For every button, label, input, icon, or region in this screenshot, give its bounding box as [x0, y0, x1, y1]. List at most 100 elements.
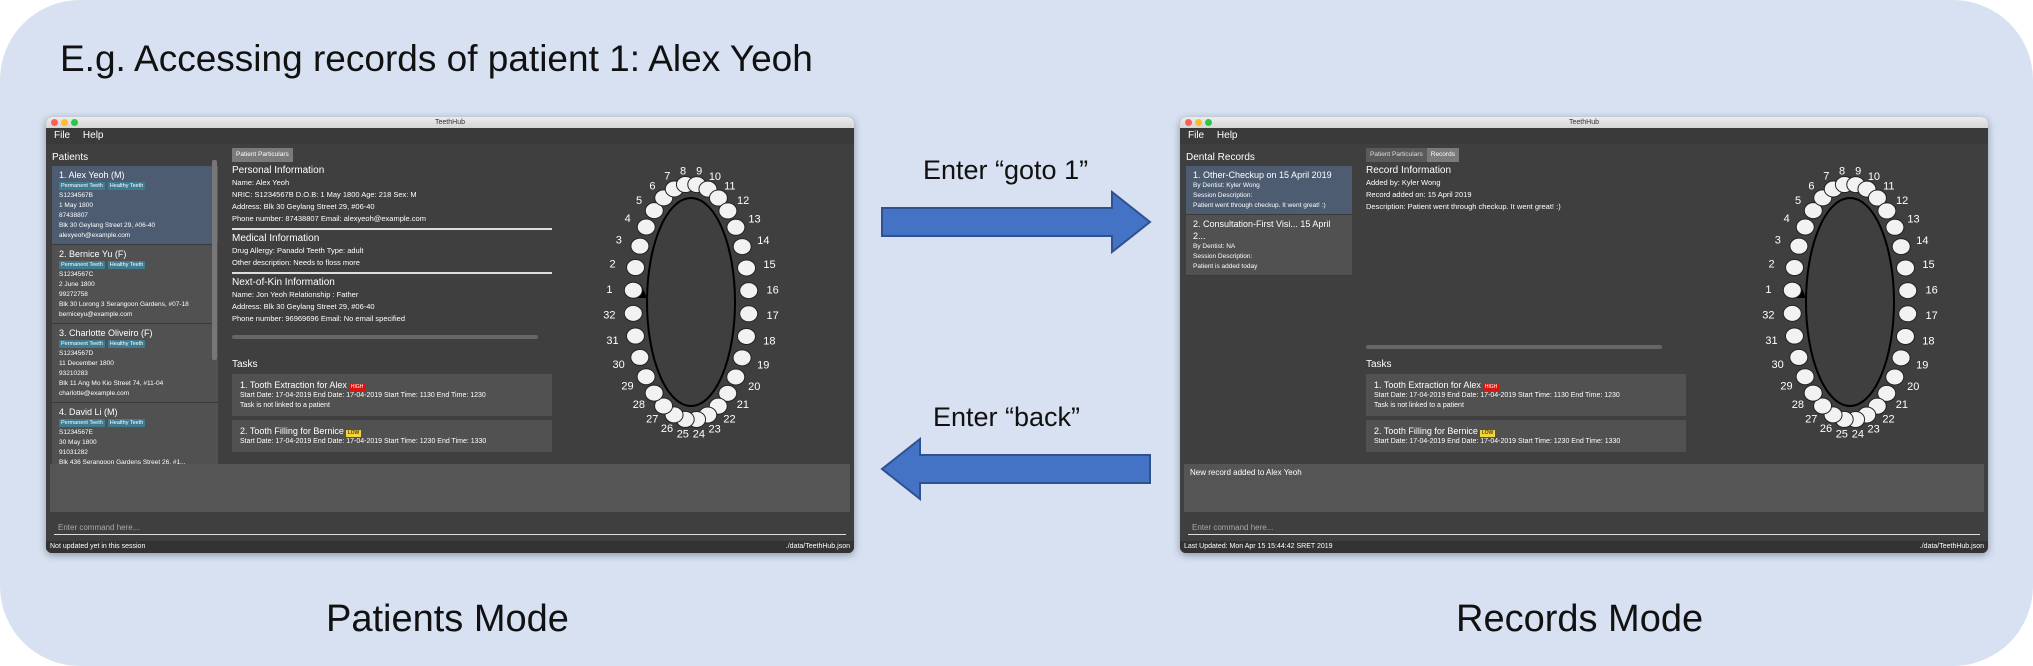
menu-help[interactable]: Help	[1217, 130, 1238, 141]
tooth[interactable]	[1898, 282, 1918, 300]
tooth[interactable]	[737, 259, 757, 277]
tooth[interactable]	[1877, 202, 1897, 220]
patient-detail: 11 December 1800	[59, 360, 114, 367]
medical-info-title: Medical Information	[232, 233, 320, 244]
tooth[interactable]	[625, 327, 645, 345]
tooth-number: 9	[1855, 166, 1861, 178]
task-name: 1. Tooth Extraction for Alex HIGH	[1374, 379, 1678, 391]
tooth-number: 5	[1795, 195, 1801, 207]
tooth[interactable]	[739, 282, 759, 300]
info-line: Description: Patient went through checku…	[1366, 202, 1561, 211]
tooth[interactable]	[1891, 349, 1911, 367]
tooth[interactable]	[718, 202, 738, 220]
record-card[interactable]: 1. Other-Checkup on 15 April 2019 By Dent…	[1186, 166, 1352, 215]
tooth-number: 22	[1882, 414, 1894, 426]
command-input[interactable]: Enter command here...	[54, 519, 846, 535]
priority-badge: LOW	[345, 430, 362, 437]
tooth[interactable]	[1895, 327, 1915, 345]
tooth[interactable]	[636, 368, 656, 386]
tooth-number: 26	[661, 423, 673, 435]
tooth-number: 28	[1792, 399, 1804, 411]
tooth[interactable]	[1784, 327, 1804, 345]
tooth[interactable]	[1885, 368, 1905, 386]
tooth-number: 19	[757, 359, 769, 371]
diagram-canvas: E.g. Accessing records of patient 1: Ale…	[0, 0, 2033, 666]
tooth[interactable]	[1789, 348, 1809, 366]
task-card[interactable]: 1. Tooth Extraction for Alex HIGH Start Da…	[232, 374, 552, 416]
tab-patient-particulars[interactable]: Patient Particulars	[1366, 148, 1427, 162]
tooth[interactable]	[630, 348, 650, 366]
menu-help[interactable]: Help	[83, 130, 104, 141]
tab-records[interactable]: Records	[1426, 148, 1459, 162]
divider	[232, 272, 552, 274]
tooth-number: 29	[1780, 381, 1792, 393]
tooth[interactable]	[630, 237, 650, 255]
record-detail: Session Description:	[1193, 192, 1253, 199]
patient-detail: S1234567B	[59, 192, 93, 199]
horizontal-scrollbar[interactable]	[232, 335, 538, 339]
tooth-number: 25	[1836, 428, 1848, 440]
tooth-number: 23	[1868, 423, 1880, 435]
tooth[interactable]	[1785, 259, 1805, 277]
task-link: Task is not linked to a patient	[240, 402, 330, 409]
patient-detail: alexyeoh@example.com	[59, 232, 131, 239]
tooth[interactable]	[1885, 218, 1905, 236]
tooth[interactable]	[1795, 368, 1815, 386]
task-title: 2. Tooth Filling for Bernice	[240, 426, 344, 436]
task-title: 2. Tooth Filling for Bernice	[1374, 426, 1478, 436]
tooth[interactable]	[636, 218, 656, 236]
patient-list-scrollbar[interactable]	[212, 160, 217, 360]
tooth[interactable]	[623, 281, 643, 299]
tooth[interactable]	[736, 327, 756, 345]
horizontal-scrollbar[interactable]	[1366, 345, 1662, 349]
tooth-number: 25	[677, 428, 689, 440]
patient-card[interactable]: 1. Alex Yeoh (M) Permanent Teeth Healthy T…	[52, 166, 218, 245]
result-display	[50, 464, 850, 512]
command-input[interactable]: Enter command here...	[1188, 519, 1980, 535]
title-bar: TeethHub	[1180, 117, 1988, 128]
tooth[interactable]	[732, 238, 752, 256]
task-card[interactable]: 1. Tooth Extraction for Alex HIGH Start Da…	[1366, 374, 1686, 416]
menu-file[interactable]: File	[54, 130, 70, 141]
patient-detail: S1234567D	[59, 350, 94, 357]
patient-name: 2. Bernice Yu (F)	[59, 249, 127, 259]
info-line: Name: Alex Yeoh	[232, 178, 290, 187]
tooth-number: 22	[723, 414, 735, 426]
tooth[interactable]	[1891, 238, 1911, 256]
info-line: Phone number: 87438807 Email: alexyeoh@e…	[232, 214, 426, 223]
tooth[interactable]	[739, 305, 759, 323]
tooth[interactable]	[1898, 305, 1918, 323]
info-line: Name: Jon Yeoh Relationship : Father	[232, 290, 359, 299]
tooth[interactable]	[623, 304, 643, 322]
patient-detail: S1234567E	[59, 429, 93, 436]
priority-badge: LOW	[1479, 430, 1496, 437]
patient-detail: charlotte@example.com	[59, 390, 130, 397]
tooth[interactable]	[726, 218, 746, 236]
title-bar: TeethHub	[46, 117, 854, 128]
patient-card[interactable]: 2. Bernice Yu (F) Permanent Teeth Healthy …	[52, 245, 218, 324]
record-card[interactable]: 2. Consultation-First Visi... 15 April 2…	[1186, 215, 1352, 276]
status-left: Not updated yet in this session	[50, 543, 146, 550]
tooth-number: 7	[664, 171, 670, 183]
tab-patient-particulars[interactable]: Patient Particulars	[232, 148, 293, 162]
tooth[interactable]	[626, 259, 646, 277]
tooth[interactable]	[644, 384, 664, 402]
tooth[interactable]	[726, 368, 746, 386]
patient-tag: Healthy Teeth	[107, 340, 146, 348]
tooth[interactable]	[732, 349, 752, 367]
tooth[interactable]	[1896, 259, 1916, 277]
record-list: 1. Other-Checkup on 15 April 2019 By Dent…	[1186, 166, 1352, 276]
tooth[interactable]	[1803, 384, 1823, 402]
tooth[interactable]	[1782, 304, 1802, 322]
menu-file[interactable]: File	[1188, 130, 1204, 141]
tooth[interactable]	[1789, 237, 1809, 255]
patient-tag: Healthy Teeth	[107, 419, 146, 427]
patient-card[interactable]: 3. Charlotte Oliveiro (F) Permanent Teeth…	[52, 324, 218, 403]
tooth-number: 27	[646, 413, 658, 425]
records-mode-label: Records Mode	[1456, 598, 1704, 640]
tooth[interactable]	[1795, 218, 1815, 236]
tooth[interactable]	[1782, 281, 1802, 299]
task-card[interactable]: 2. Tooth Filling for Bernice LOW Start Dat…	[232, 420, 552, 452]
task-card[interactable]: 2. Tooth Filling for Bernice LOW Start Dat…	[1366, 420, 1686, 452]
tooth-number: 2	[610, 258, 616, 270]
